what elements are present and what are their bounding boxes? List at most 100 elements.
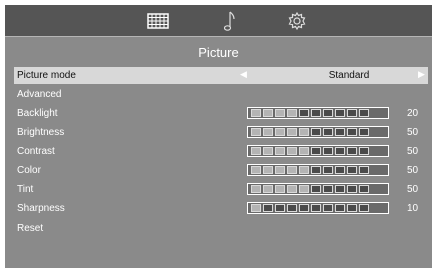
menu-row-backlight[interactable]: Backlight 20 [14,105,428,122]
sharpness-slider[interactable] [247,202,389,214]
slider-segment [347,185,357,193]
slider-segment [275,185,285,193]
menu-row-advanced[interactable]: Advanced [14,86,428,103]
menu-tab-bar [5,5,432,36]
slider-segment [323,166,333,174]
slider-segment [359,147,369,155]
slider-segment [347,128,357,136]
slider-segment [251,128,261,136]
slider-segment [359,109,369,117]
picture-mode-label: Picture mode [17,70,76,81]
brightness-slider[interactable] [247,126,389,138]
color-value: 50 [407,165,419,176]
slider-segment [251,185,261,193]
slider-segment [263,166,273,174]
advanced-label: Advanced [17,89,62,100]
slider-segment [335,185,345,193]
slider-segment [299,147,309,155]
slider-segment [335,109,345,117]
slider-segment [347,204,357,212]
slider-segment [311,204,321,212]
contrast-slider[interactable] [247,145,389,157]
picture-grid-icon[interactable] [145,8,171,34]
backlight-label: Backlight [17,108,58,119]
slider-segment [299,166,309,174]
slider-segment [287,147,297,155]
tint-slider[interactable] [247,183,389,195]
slider-segment [251,109,261,117]
slider-segment [311,128,321,136]
slider-segment [335,204,345,212]
slider-segment [263,128,273,136]
color-slider[interactable] [247,164,389,176]
slider-segment [251,147,261,155]
slider-segment [311,147,321,155]
slider-segment [299,185,309,193]
slider-segment [251,166,261,174]
slider-segment [299,128,309,136]
slider-segment [263,185,273,193]
contrast-value: 50 [407,146,419,157]
slider-segment [323,204,333,212]
slider-segment [287,128,297,136]
contrast-label: Contrast [17,146,55,157]
tint-label: Tint [17,184,34,195]
gear-icon[interactable] [284,8,310,34]
slider-segment [299,204,309,212]
slider-segment [335,147,345,155]
slider-segment [323,109,333,117]
slider-segment [275,147,285,155]
menu-row-contrast[interactable]: Contrast 50 [14,143,428,160]
backlight-slider[interactable] [247,107,389,119]
left-arrow-icon[interactable]: ◀ [240,69,247,80]
brightness-value: 50 [407,127,419,138]
music-note-icon[interactable] [217,8,243,34]
slider-segment [323,185,333,193]
slider-segment [251,204,261,212]
slider-segment [275,166,285,174]
brightness-label: Brightness [17,127,65,138]
top-divider [5,36,432,37]
menu-row-tint[interactable]: Tint 50 [14,181,428,198]
slider-segment [323,147,333,155]
color-label: Color [17,165,41,176]
menu-row-sharpness[interactable]: Sharpness 10 [14,200,428,217]
slider-segment [359,185,369,193]
slider-segment [359,166,369,174]
menu-row-color[interactable]: Color 50 [14,162,428,179]
slider-segment [287,204,297,212]
slider-segment [287,166,297,174]
slider-segment [275,128,285,136]
slider-segment [263,204,273,212]
slider-segment [311,185,321,193]
picture-mode-value: Standard [328,70,370,81]
slider-segment [335,128,345,136]
page-title: Picture [198,45,239,60]
sharpness-label: Sharpness [17,203,65,214]
slider-segment [323,128,333,136]
slider-segment [263,147,273,155]
slider-segment [287,109,297,117]
menu-row-picture-mode[interactable]: Picture mode ◀ Standard ▶ [14,67,428,84]
reset-label: Reset [17,223,44,234]
tint-value: 50 [407,184,419,195]
menu-row-reset[interactable]: Reset [14,220,428,237]
slider-segment [359,128,369,136]
sharpness-value: 10 [407,203,419,214]
slider-segment [335,166,345,174]
slider-segment [275,109,285,117]
picture-settings-screen: Picture Picture mode ◀ Standard ▶ Advanc… [5,5,432,268]
right-arrow-icon[interactable]: ▶ [418,69,425,80]
slider-segment [311,109,321,117]
slider-segment [347,109,357,117]
slider-segment [287,185,297,193]
slider-segment [347,166,357,174]
slider-segment [359,204,369,212]
slider-segment [275,204,285,212]
backlight-value: 20 [407,108,419,119]
slider-segment [311,166,321,174]
slider-segment [299,109,309,117]
slider-segment [263,109,273,117]
menu-row-brightness[interactable]: Brightness 50 [14,124,428,141]
slider-segment [347,147,357,155]
